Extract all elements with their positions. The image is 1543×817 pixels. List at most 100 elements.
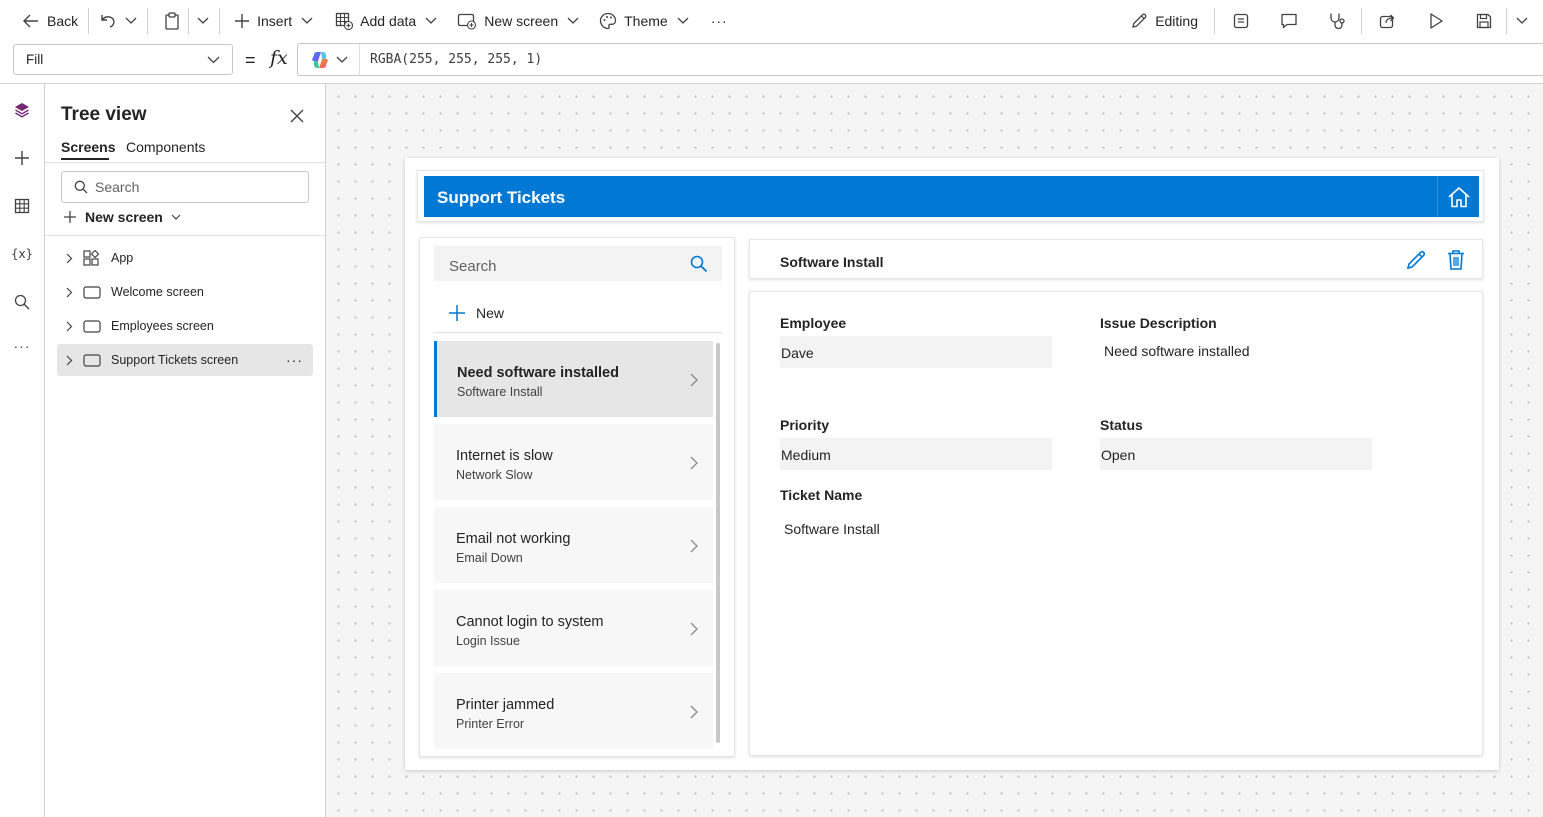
node-more-options-button[interactable]: ··· [286,352,303,368]
arrow-left-icon [22,13,40,29]
ticket-item[interactable]: Email not working Email Down [434,507,713,583]
chevron-right-icon[interactable] [690,373,698,387]
more-rail-button[interactable]: ··· [0,328,44,364]
undo-button[interactable] [91,5,121,37]
copilot-icon [310,50,330,70]
close-panel-button[interactable] [285,104,309,128]
tree-node-welcome-screen[interactable]: Welcome screen [57,276,313,308]
back-button[interactable]: Back [14,5,86,37]
ticket-item[interactable]: Printer jammed Printer Error [434,673,713,749]
tree-node-employees-screen[interactable]: Employees screen [57,310,313,342]
share-icon [1379,12,1397,30]
chevron-right-icon[interactable] [57,253,81,264]
pencil-icon [1130,12,1148,30]
save-button[interactable] [1464,5,1504,37]
chevron-down-icon [677,17,689,25]
theme-button[interactable]: Theme [587,5,697,37]
comment-icon [1280,12,1298,30]
formula-text[interactable]: RGBA(255, 255, 255, 1) [360,52,542,67]
tab-components[interactable]: Components [126,139,205,155]
chevron-down-icon [171,214,181,221]
tree-search-input[interactable] [95,179,285,195]
fx-icon: fx [270,47,288,69]
ticket-item[interactable]: Cannot login to system Login Issue [434,590,713,666]
ticket-detail-form: Employee Dave Issue Description Need sof… [749,291,1483,756]
screen-icon [83,353,111,367]
trash-icon [1446,249,1466,271]
command-bar-right: Editing [1122,0,1543,42]
tree-view-title: Tree view [61,104,147,125]
chevron-right-icon[interactable] [57,287,81,298]
delete-button[interactable] [1444,248,1468,272]
edit-button[interactable] [1404,248,1428,272]
ticket-item[interactable]: Internet is slow Network Slow [434,424,713,500]
divider [434,332,722,333]
paste-dropdown-button[interactable] [191,5,217,37]
ticket-item[interactable]: Need software installed Software Install [434,341,713,417]
pencil-icon [1405,249,1427,271]
undo-dropdown-button[interactable] [121,5,145,37]
plus-icon [63,210,77,224]
divider [1361,8,1362,34]
ticket-search-box[interactable] [434,246,722,281]
screen-icon [83,319,111,333]
plus-icon [234,13,250,29]
status-field[interactable]: Open [1100,438,1372,470]
employee-label: Employee [780,315,847,331]
tree-node-app[interactable]: App [57,242,313,274]
chevron-right-icon[interactable] [690,705,698,719]
app-screen-preview[interactable]: Support Tickets New [405,158,1499,770]
app-checker-button[interactable] [1221,5,1261,37]
chevron-down-icon [301,17,313,25]
more-commands-button[interactable]: ··· [697,5,736,37]
chevron-down-icon [425,17,437,25]
chevron-right-icon[interactable] [690,539,698,553]
ticket-search-input[interactable] [449,258,669,275]
variables-rail-button[interactable]: {x} [0,236,44,272]
save-dropdown-button[interactable] [1509,5,1535,37]
paste-button[interactable] [150,5,186,37]
tree-view-rail-button[interactable] [0,92,44,128]
editing-button[interactable]: Editing [1122,5,1212,37]
home-icon [1447,186,1471,208]
copilot-button[interactable] [298,44,360,75]
priority-field[interactable]: Medium [780,438,1052,470]
property-dropdown[interactable]: Fill [13,44,233,75]
chevron-right-icon[interactable] [690,622,698,636]
clipboard-icon [164,12,180,30]
tree-node-support-tickets-screen[interactable]: Support Tickets screen ··· [57,344,313,376]
tree-search-box[interactable] [61,171,309,203]
add-data-button[interactable]: Add data [321,5,445,37]
left-rail: {x} ··· [0,84,45,817]
chevron-right-icon[interactable] [57,321,81,332]
employee-field[interactable]: Dave [780,336,1052,368]
new-screen-tree-button[interactable]: New screen [63,209,181,225]
new-screen-button[interactable]: New screen [445,5,587,37]
search-icon [14,294,30,310]
detail-title: Software Install [780,254,884,270]
comments-button[interactable] [1269,5,1309,37]
data-rail-button[interactable] [0,188,44,224]
design-canvas[interactable]: Support Tickets New [326,84,1543,817]
health-check-button[interactable] [1317,5,1357,37]
command-bar: Back Insert Add data New screen Theme ··… [0,0,1543,42]
search-rail-button[interactable] [0,284,44,320]
tab-screens[interactable]: Screens [61,139,115,155]
chevron-right-icon[interactable] [690,456,698,470]
checklist-icon [1233,13,1249,29]
priority-label: Priority [780,417,830,433]
search-icon[interactable] [690,255,708,273]
new-ticket-button[interactable]: New [448,304,504,322]
insert-button[interactable]: Insert [222,5,321,37]
home-button[interactable] [1437,176,1479,217]
insert-rail-button[interactable] [0,140,44,176]
chevron-right-icon[interactable] [57,355,81,366]
screen-icon [83,285,111,299]
gallery-scrollbar[interactable] [716,343,720,743]
ticket-gallery[interactable]: Need software installed Software Install… [434,341,722,751]
formula-input[interactable]: RGBA(255, 255, 255, 1) [297,43,1543,76]
share-button[interactable] [1368,5,1408,37]
preview-play-button[interactable] [1416,5,1456,37]
chevron-down-icon [125,17,137,25]
layers-icon [13,101,31,119]
